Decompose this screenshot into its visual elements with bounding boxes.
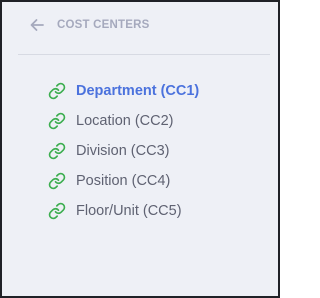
link-icon xyxy=(48,202,66,220)
menu-item-label: Location (CC2) xyxy=(76,113,174,129)
menu-item-label: Department (CC1) xyxy=(76,83,200,99)
cost-centers-panel: COST CENTERS Department (CC1) Location (… xyxy=(0,0,280,298)
menu-item-location[interactable]: Location (CC2) xyxy=(48,106,199,136)
link-icon xyxy=(48,112,66,130)
menu-item-position[interactable]: Position (CC4) xyxy=(48,166,199,196)
link-icon xyxy=(48,142,66,160)
link-icon xyxy=(48,172,66,190)
panel-title: COST CENTERS xyxy=(57,19,150,31)
menu-item-department[interactable]: Department (CC1) xyxy=(48,76,199,106)
menu-item-floor-unit[interactable]: Floor/Unit (CC5) xyxy=(48,196,199,226)
cost-center-list: Department (CC1) Location (CC2) Division… xyxy=(48,76,199,226)
arrow-left-icon[interactable] xyxy=(28,16,46,34)
header-divider xyxy=(18,54,270,55)
menu-item-division[interactable]: Division (CC3) xyxy=(48,136,199,166)
menu-item-label: Division (CC3) xyxy=(76,143,170,159)
panel-header: COST CENTERS xyxy=(28,16,150,34)
menu-item-label: Floor/Unit (CC5) xyxy=(76,203,182,219)
menu-item-label: Position (CC4) xyxy=(76,173,171,189)
link-icon xyxy=(48,82,66,100)
